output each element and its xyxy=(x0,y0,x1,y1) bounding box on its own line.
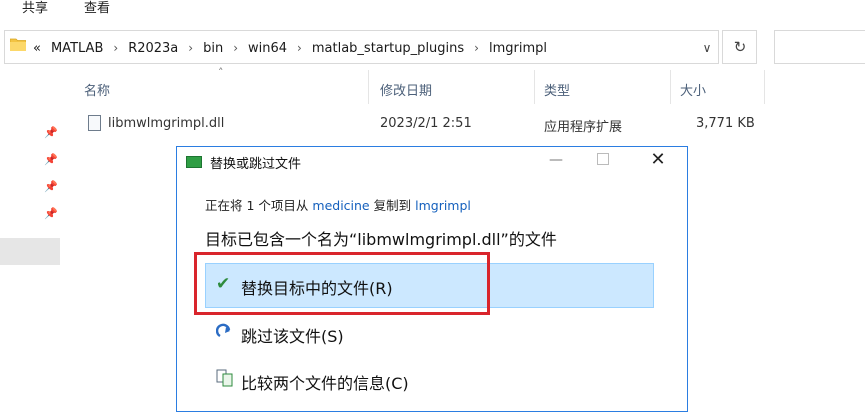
pin-icon[interactable]: 📌 xyxy=(44,126,58,140)
refresh-icon[interactable]: ↻ xyxy=(731,37,749,57)
sort-ascending-icon: ˄ xyxy=(218,66,224,79)
tab-share[interactable]: 共享 xyxy=(22,0,48,22)
column-divider[interactable] xyxy=(534,70,535,104)
breadcrumb-overflow[interactable]: « xyxy=(33,41,41,56)
file-size: 3,771 KB xyxy=(696,116,755,131)
column-divider[interactable] xyxy=(670,70,671,104)
compare-files-icon xyxy=(216,369,233,387)
pin-icon[interactable]: 📌 xyxy=(44,153,58,167)
copy-info: 正在将 1 个项目从 medicine 复制到 lmgrimpl xyxy=(205,195,471,214)
ribbon-bar xyxy=(0,0,865,26)
dialog-title: 替换或跳过文件 xyxy=(210,157,302,172)
maximize-button[interactable] xyxy=(597,153,609,165)
breadcrumb-separator[interactable]: › xyxy=(113,41,118,55)
dll-file-icon[interactable] xyxy=(88,115,101,131)
minimize-button[interactable]: — xyxy=(548,152,564,168)
breadcrumb-separator[interactable]: › xyxy=(233,41,238,55)
column-header-size[interactable]: 大小 xyxy=(680,80,706,100)
dialog-heading: 目标已包含一个名为“libmwlmgrimpl.dll”的文件 xyxy=(205,230,557,249)
file-name[interactable]: libmwlmgrimpl.dll xyxy=(108,116,224,131)
breadcrumb: « MATLAB › R2023a › bin › win64 › matlab… xyxy=(33,38,547,58)
breadcrumb-startup-plugins[interactable]: matlab_startup_plugins xyxy=(312,41,464,56)
copy-info-prefix: 正在将 1 个项目从 xyxy=(205,198,309,213)
skip-option-label[interactable]: 跳过该文件(S) xyxy=(241,323,344,347)
file-type: 应用程序扩展 xyxy=(544,120,623,135)
folder-icon xyxy=(10,38,26,51)
destination-folder-link[interactable]: lmgrimpl xyxy=(415,198,471,213)
copy-dialog-icon xyxy=(186,156,202,168)
breadcrumb-separator[interactable]: › xyxy=(297,41,302,55)
copy-info-middle: 复制到 xyxy=(373,198,412,213)
file-date: 2023/2/1 2:51 xyxy=(380,116,472,131)
pin-icon[interactable]: 📌 xyxy=(44,207,58,221)
close-button[interactable]: ✕ xyxy=(648,150,668,170)
chevron-down-icon[interactable]: ∨ xyxy=(697,38,717,58)
column-divider[interactable] xyxy=(764,70,765,104)
breadcrumb-r2023a[interactable]: R2023a xyxy=(128,41,178,56)
breadcrumb-matlab[interactable]: MATLAB xyxy=(51,41,103,56)
column-header-date[interactable]: 修改日期 xyxy=(380,80,432,100)
tab-view[interactable]: 查看 xyxy=(84,0,110,22)
column-divider[interactable] xyxy=(368,70,369,104)
skip-arrow-icon xyxy=(216,323,231,338)
breadcrumb-separator[interactable]: › xyxy=(474,41,479,55)
breadcrumb-separator[interactable]: › xyxy=(188,41,193,55)
pin-icon[interactable]: 📌 xyxy=(44,180,58,194)
breadcrumb-bin[interactable]: bin xyxy=(203,41,223,56)
compare-option-label[interactable]: 比较两个文件的信息(C) xyxy=(241,370,409,394)
column-header-type[interactable]: 类型 xyxy=(544,80,570,100)
search-input[interactable] xyxy=(774,30,865,64)
breadcrumb-lmgrimpl[interactable]: lmgrimpl xyxy=(489,41,547,56)
nav-selected-item[interactable] xyxy=(0,238,60,265)
breadcrumb-win64[interactable]: win64 xyxy=(248,41,287,56)
source-folder-link[interactable]: medicine xyxy=(312,198,369,213)
highlight-annotation-box xyxy=(194,252,490,315)
column-header-name[interactable]: 名称 xyxy=(84,80,110,100)
